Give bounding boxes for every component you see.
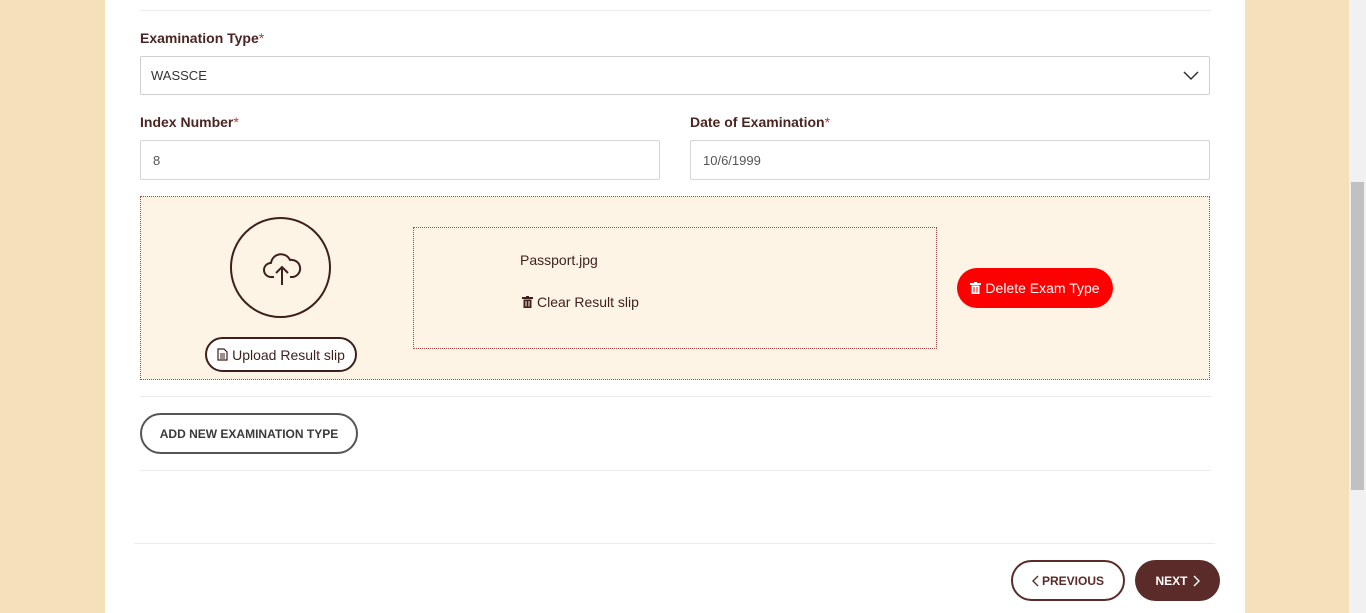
delete-exam-type-label: Delete Exam Type (985, 280, 1100, 296)
upload-panel: Upload Result slip Passport.jpg Clear Re… (140, 196, 1210, 380)
divider (140, 396, 1211, 397)
add-new-examination-type-button[interactable]: ADD NEW EXAMINATION TYPE (140, 413, 358, 454)
divider-top (140, 10, 1211, 11)
required-mark: * (824, 114, 831, 130)
chevron-down-icon (1183, 68, 1199, 86)
add-new-examination-type-label: ADD NEW EXAMINATION TYPE (159, 426, 339, 441)
date-of-exam-label-text: Date of Examination (690, 114, 825, 130)
trash-icon (970, 282, 982, 294)
exam-type-label-text: Examination Type (140, 30, 259, 46)
exam-type-label: Examination Type* (140, 30, 264, 46)
required-mark: * (258, 30, 265, 46)
chevron-right-icon (1193, 575, 1200, 586)
file-preview-box: Passport.jpg Clear Result slip (413, 227, 937, 349)
next-button[interactable]: NEXT (1135, 560, 1220, 601)
upload-result-slip-button[interactable]: Upload Result slip (205, 337, 357, 372)
cloud-upload-icon (263, 253, 302, 285)
vertical-scrollbar[interactable] (1349, 0, 1366, 613)
exam-type-select[interactable]: WASSCE (140, 56, 1210, 95)
exam-type-value: WASSCE (151, 68, 207, 83)
delete-exam-type-button[interactable]: Delete Exam Type (957, 268, 1113, 308)
divider (140, 470, 1211, 471)
scrollbar-thumb[interactable] (1351, 182, 1364, 490)
index-number-input[interactable]: 8 (140, 140, 660, 180)
uploaded-file-name: Passport.jpg (520, 252, 598, 268)
date-of-exam-label: Date of Examination* (690, 114, 830, 130)
index-number-value: 8 (153, 153, 161, 168)
next-label: NEXT (1155, 573, 1188, 588)
previous-label: PREVIOUS (1041, 573, 1104, 588)
date-of-exam-value: 10/6/1999 (703, 153, 761, 168)
clear-result-slip-label: Clear Result slip (537, 294, 639, 310)
file-icon (217, 348, 228, 361)
upload-result-slip-label: Upload Result slip (232, 346, 345, 363)
required-mark: * (233, 114, 239, 130)
index-number-label-text: Index Number (140, 114, 234, 130)
chevron-left-icon (1031, 575, 1039, 586)
upload-dropzone[interactable] (230, 217, 331, 318)
clear-result-slip-button[interactable]: Clear Result slip (522, 294, 639, 310)
trash-icon (522, 296, 533, 308)
previous-button[interactable]: PREVIOUS (1011, 560, 1125, 601)
date-of-exam-input[interactable]: 10/6/1999 (690, 140, 1210, 180)
divider-footer (134, 543, 1215, 544)
index-number-label: Index Number* (140, 114, 239, 130)
